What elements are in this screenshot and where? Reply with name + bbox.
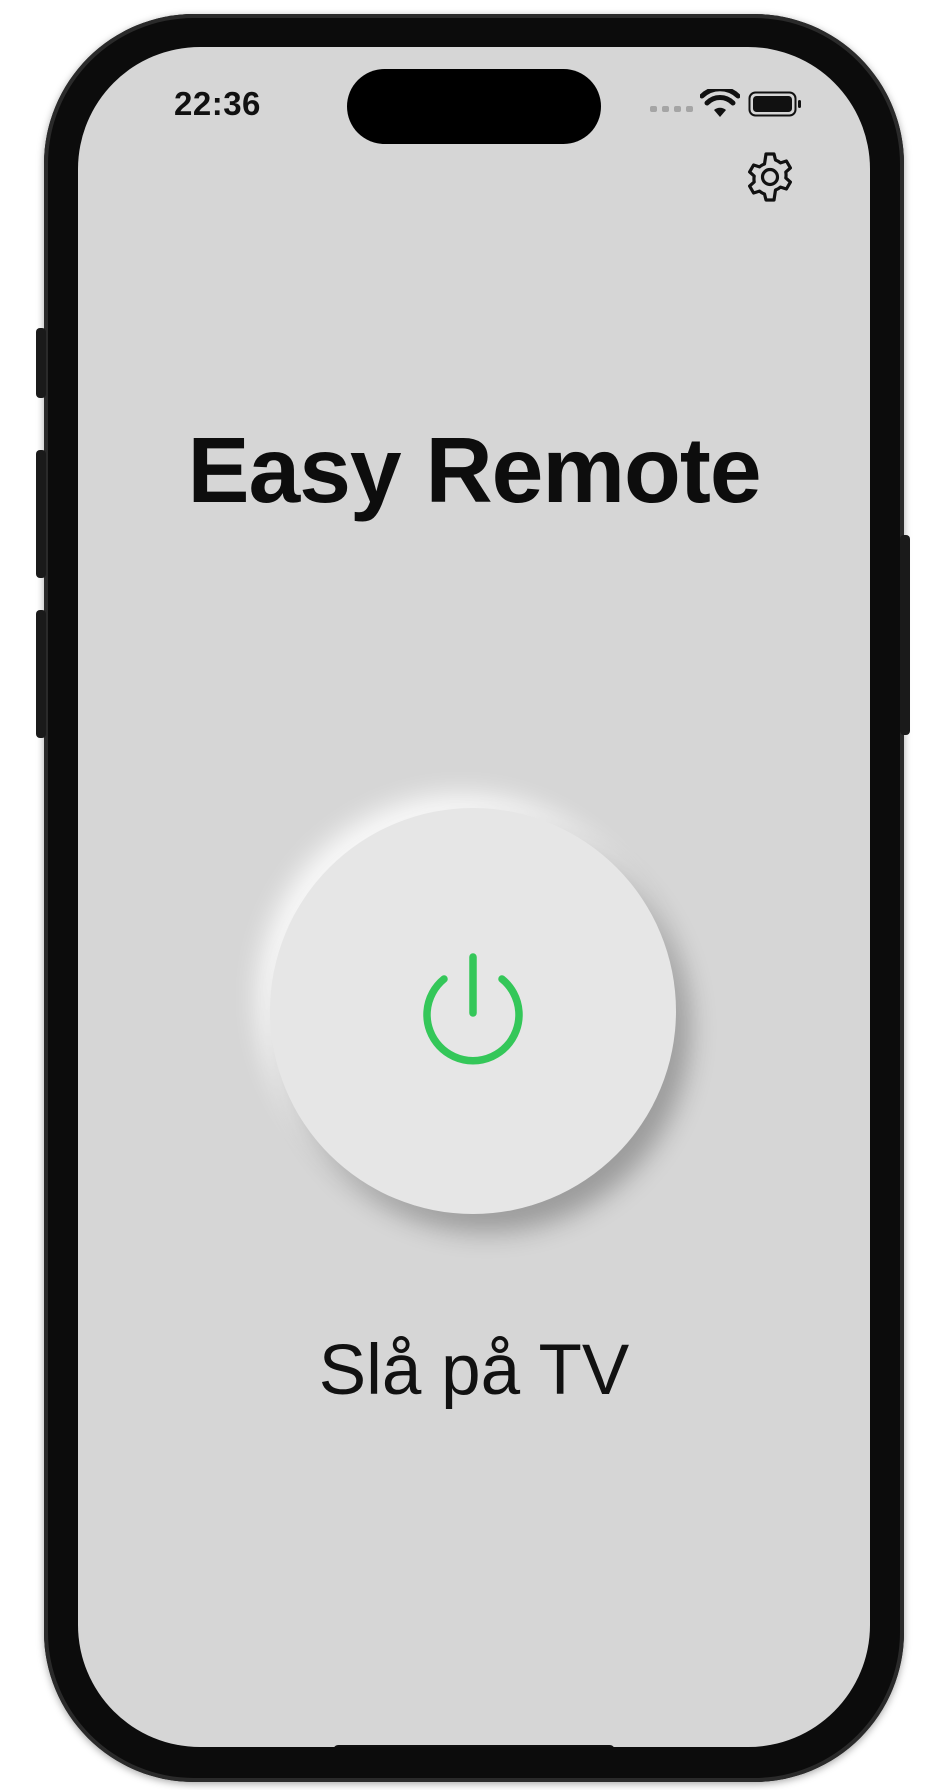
volume-down-button — [36, 610, 46, 738]
wifi-icon — [700, 89, 740, 117]
battery-full-icon — [748, 91, 801, 117]
home-indicator[interactable] — [333, 1745, 615, 1747]
cellular-no-signal-icon — [650, 106, 693, 112]
action-button — [36, 328, 46, 398]
gear-icon[interactable] — [742, 149, 798, 205]
power-button[interactable] — [270, 808, 676, 1214]
device-frame: 22:36 Easy Remote Slå på TV — [0, 0, 952, 1790]
status-time: 22:36 — [174, 85, 261, 122]
app-screen: 22:36 Easy Remote Slå på TV — [78, 47, 870, 1747]
power-action-label: Slå på TV — [318, 1331, 630, 1410]
dynamic-island — [347, 69, 601, 144]
volume-up-button — [36, 450, 46, 578]
power-icon — [423, 953, 523, 1065]
side-power-button — [900, 535, 910, 735]
app-title: Easy Remote — [187, 418, 761, 522]
